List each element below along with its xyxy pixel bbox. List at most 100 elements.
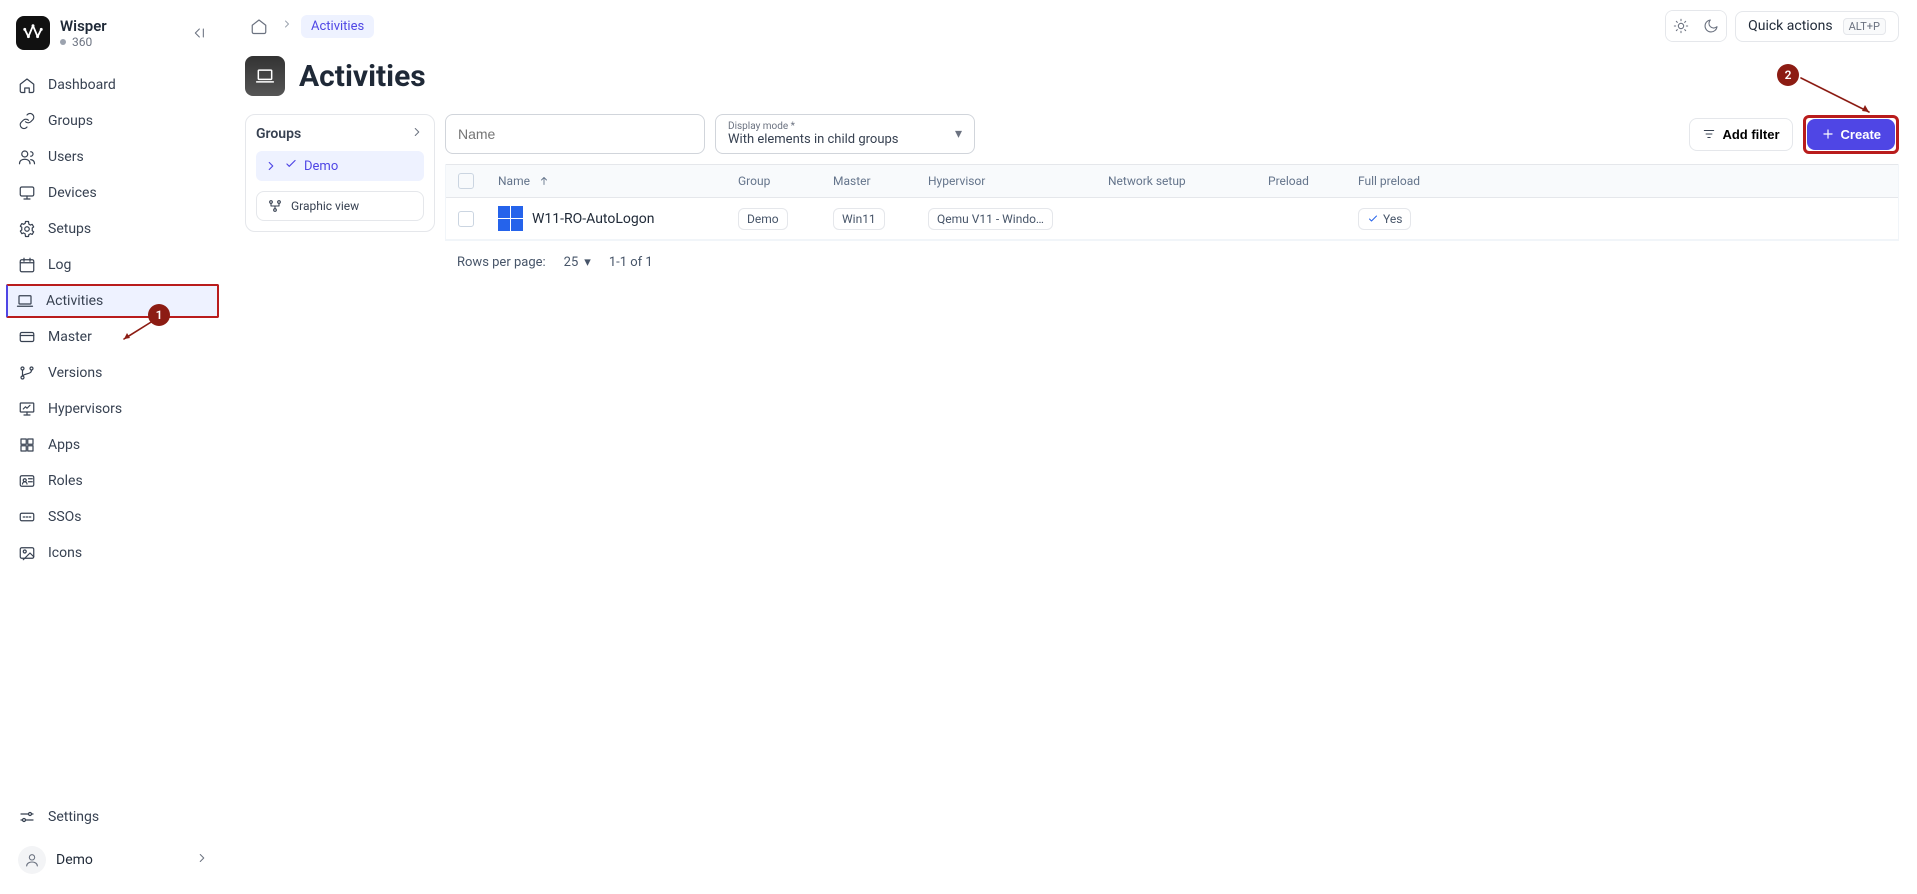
logo-icon [22, 22, 44, 44]
sidebar-item-master[interactable]: Master [8, 320, 219, 354]
chevron-right-icon [195, 851, 209, 869]
group-tree-item[interactable]: Demo [256, 151, 424, 181]
sort-asc-icon [538, 175, 550, 187]
presentation-icon [18, 400, 36, 418]
sidebar-collapse-button[interactable] [185, 20, 211, 46]
col-header-group[interactable]: Group [726, 174, 821, 188]
col-header-full-preload[interactable]: Full preload [1346, 174, 1526, 188]
chevron-right-icon[interactable] [410, 125, 424, 143]
sidebar-item-ssos[interactable]: SSOs [8, 500, 219, 534]
chevron-right-icon [264, 159, 278, 173]
sidebar-item-icons[interactable]: Icons [8, 536, 219, 570]
branch-icon [18, 364, 36, 382]
sidebar-item-log[interactable]: Log [8, 248, 219, 282]
sidebar-item-roles[interactable]: Roles [8, 464, 219, 498]
groups-panel: Groups Demo Graphic view [245, 114, 435, 232]
home-icon [250, 17, 268, 35]
sidebar-item-devices[interactable]: Devices [8, 176, 219, 210]
card-icon [18, 328, 36, 346]
caret-down-icon: ▾ [584, 255, 591, 270]
page-header: Activities [227, 42, 1917, 114]
sidebar-item-users[interactable]: Users [8, 140, 219, 174]
kbd-hint: ALT+P [1843, 18, 1886, 35]
breadcrumb-current[interactable]: Activities [301, 15, 374, 38]
sidebar-item-versions[interactable]: Versions [8, 356, 219, 390]
brand-name: Wisper [60, 17, 107, 35]
sidebar-item-hypervisors[interactable]: Hypervisors [8, 392, 219, 426]
sidebar-item-label: Versions [48, 365, 102, 381]
windows-icon [498, 206, 524, 232]
table-row[interactable]: W11-RO-AutoLogon Demo Win11 Qemu V11 - W… [446, 198, 1898, 240]
monitor-icon [18, 184, 36, 202]
collapse-icon [190, 25, 206, 41]
avatar [18, 846, 46, 874]
brand-sub: 360 [60, 35, 107, 49]
display-mode-select[interactable]: Display mode * With elements in child gr… [715, 114, 975, 154]
breadcrumb: Activities [245, 12, 374, 40]
col-header-network[interactable]: Network setup [1096, 174, 1256, 188]
sidebar-item-activities[interactable]: Activities [6, 284, 219, 318]
sidebar-item-settings[interactable]: Settings [8, 800, 219, 834]
col-header-name[interactable]: Name [486, 174, 726, 188]
col-header-master[interactable]: Master [821, 174, 916, 188]
rows-per-page-select[interactable]: 25 ▾ [564, 255, 591, 270]
quick-actions-label: Quick actions [1748, 18, 1833, 34]
check-icon [1367, 213, 1379, 225]
name-filter-input[interactable] [445, 114, 705, 154]
add-filter-label: Add filter [1722, 127, 1779, 142]
sidebar-item-label: Master [48, 329, 92, 345]
annotation-arrow-2 [1797, 74, 1877, 118]
caret-down-icon: ▾ [955, 126, 962, 142]
chevron-right-icon [281, 18, 293, 34]
sidebar-item-setups[interactable]: Setups [8, 212, 219, 246]
theme-toggle [1665, 10, 1727, 42]
table-footer: Rows per page: 25 ▾ 1-1 of 1 [445, 241, 1899, 284]
sidebar-item-apps[interactable]: Apps [8, 428, 219, 462]
gear-icon [18, 220, 36, 238]
sidebar-item-label: Hypervisors [48, 401, 122, 417]
add-filter-button[interactable]: Add filter [1689, 118, 1792, 151]
select-all-checkbox[interactable] [458, 173, 474, 189]
sidebar-item-label: Icons [48, 545, 82, 561]
nav: Dashboard Groups Users Devices Setups Lo… [8, 68, 219, 570]
display-mode-value: With elements in child groups [728, 132, 942, 147]
sidebar-item-label: Setups [48, 221, 91, 237]
quick-actions-button[interactable]: Quick actions ALT+P [1735, 11, 1899, 42]
topbar: Activities Quick actions ALT+P [227, 0, 1917, 42]
grid-icon [18, 436, 36, 454]
sso-icon [18, 508, 36, 526]
cell-group: Demo [738, 208, 788, 230]
graphic-view-button[interactable]: Graphic view [256, 191, 424, 221]
sidebar-item-label: Log [48, 257, 71, 273]
row-checkbox[interactable] [458, 211, 474, 227]
sidebar-item-dashboard[interactable]: Dashboard [8, 68, 219, 102]
idcard-icon [18, 472, 36, 490]
theme-dark-button[interactable] [1696, 11, 1726, 41]
sidebar-item-label: Roles [48, 473, 83, 489]
col-header-hypervisor[interactable]: Hypervisor [916, 174, 1096, 188]
sidebar-item-label: Settings [48, 809, 99, 825]
pagination-range: 1-1 of 1 [609, 255, 653, 270]
create-button[interactable]: Create [1807, 119, 1895, 150]
col-header-preload[interactable]: Preload [1256, 174, 1346, 188]
create-label: Create [1841, 127, 1881, 142]
user-menu[interactable]: Demo [8, 838, 219, 882]
page-title: Activities [299, 59, 426, 94]
sidebar: Wisper 360 Dashboard Groups Users [0, 0, 227, 894]
laptop-icon [255, 66, 275, 86]
page-icon [245, 56, 285, 96]
graphic-view-label: Graphic view [291, 199, 359, 213]
main: Activities Quick actions ALT+P Activitie… [227, 0, 1917, 894]
plus-icon [1821, 127, 1835, 141]
theme-light-button[interactable] [1666, 11, 1696, 41]
moon-icon [1703, 18, 1719, 34]
sidebar-item-label: SSOs [48, 509, 81, 525]
calendar-icon [18, 256, 36, 274]
breadcrumb-home[interactable] [245, 12, 273, 40]
sidebar-item-groups[interactable]: Groups [8, 104, 219, 138]
sidebar-item-label: Activities [46, 293, 103, 309]
brand: Wisper 360 [8, 12, 219, 62]
table-area: Display mode * With elements in child gr… [445, 114, 1899, 284]
rows-per-page-label: Rows per page: [457, 255, 546, 270]
users-icon [18, 148, 36, 166]
